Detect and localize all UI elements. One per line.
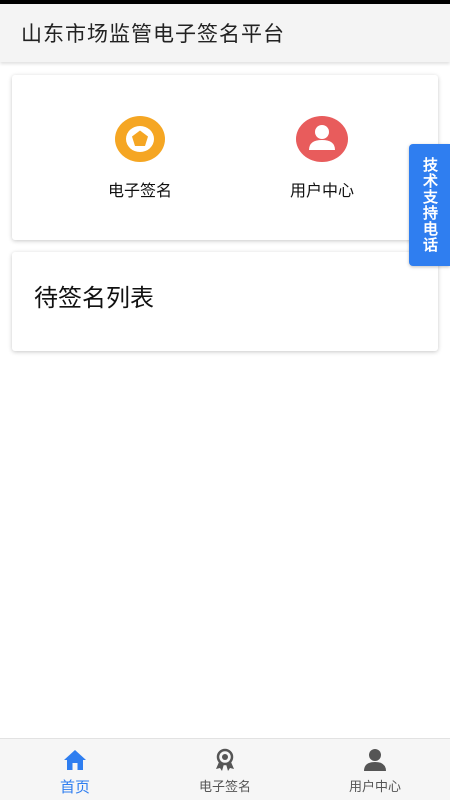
nav-item-user-center[interactable]: 用户中心 [300, 739, 450, 800]
person-icon [362, 748, 388, 772]
nav-item-e-signature[interactable]: 电子签名 [150, 739, 300, 800]
award-ribbon-icon [212, 748, 238, 772]
pending-list-title: 待签名列表 [34, 284, 154, 312]
nav-label-e-signature: 电子签名 [198, 780, 251, 795]
menu-item-e-signature[interactable]: 电子签名 [80, 115, 200, 201]
signature-badge-icon [114, 115, 166, 163]
quick-menu-card: 电子签名 用户中心 [12, 75, 438, 240]
page-title: 山东市场监管电子签名平台 [21, 22, 285, 46]
bottom-navigation: 首页 电子签名 用户中心 [0, 738, 450, 800]
menu-item-user-center[interactable]: 用户中心 [262, 115, 382, 201]
tech-support-label: 技术支持电话 [421, 157, 439, 253]
user-icon [296, 115, 348, 163]
home-icon [62, 748, 88, 772]
menu-label-e-signature: 电子签名 [107, 181, 172, 200]
nav-label-home: 首页 [59, 778, 90, 796]
nav-item-home[interactable]: 首页 [0, 739, 150, 800]
pending-signature-list-card[interactable]: 待签名列表 [12, 252, 438, 351]
app-bar: 山东市场监管电子签名平台 [0, 4, 450, 62]
tech-support-phone-button[interactable]: 技术支持电话 [409, 144, 450, 266]
nav-label-user-center: 用户中心 [348, 780, 401, 795]
app-screen: 山东市场监管电子签名平台 电子签名 用户中心 待签名列表 技术支持电话 首页 电… [0, 0, 450, 800]
menu-label-user-center: 用户中心 [289, 181, 354, 200]
